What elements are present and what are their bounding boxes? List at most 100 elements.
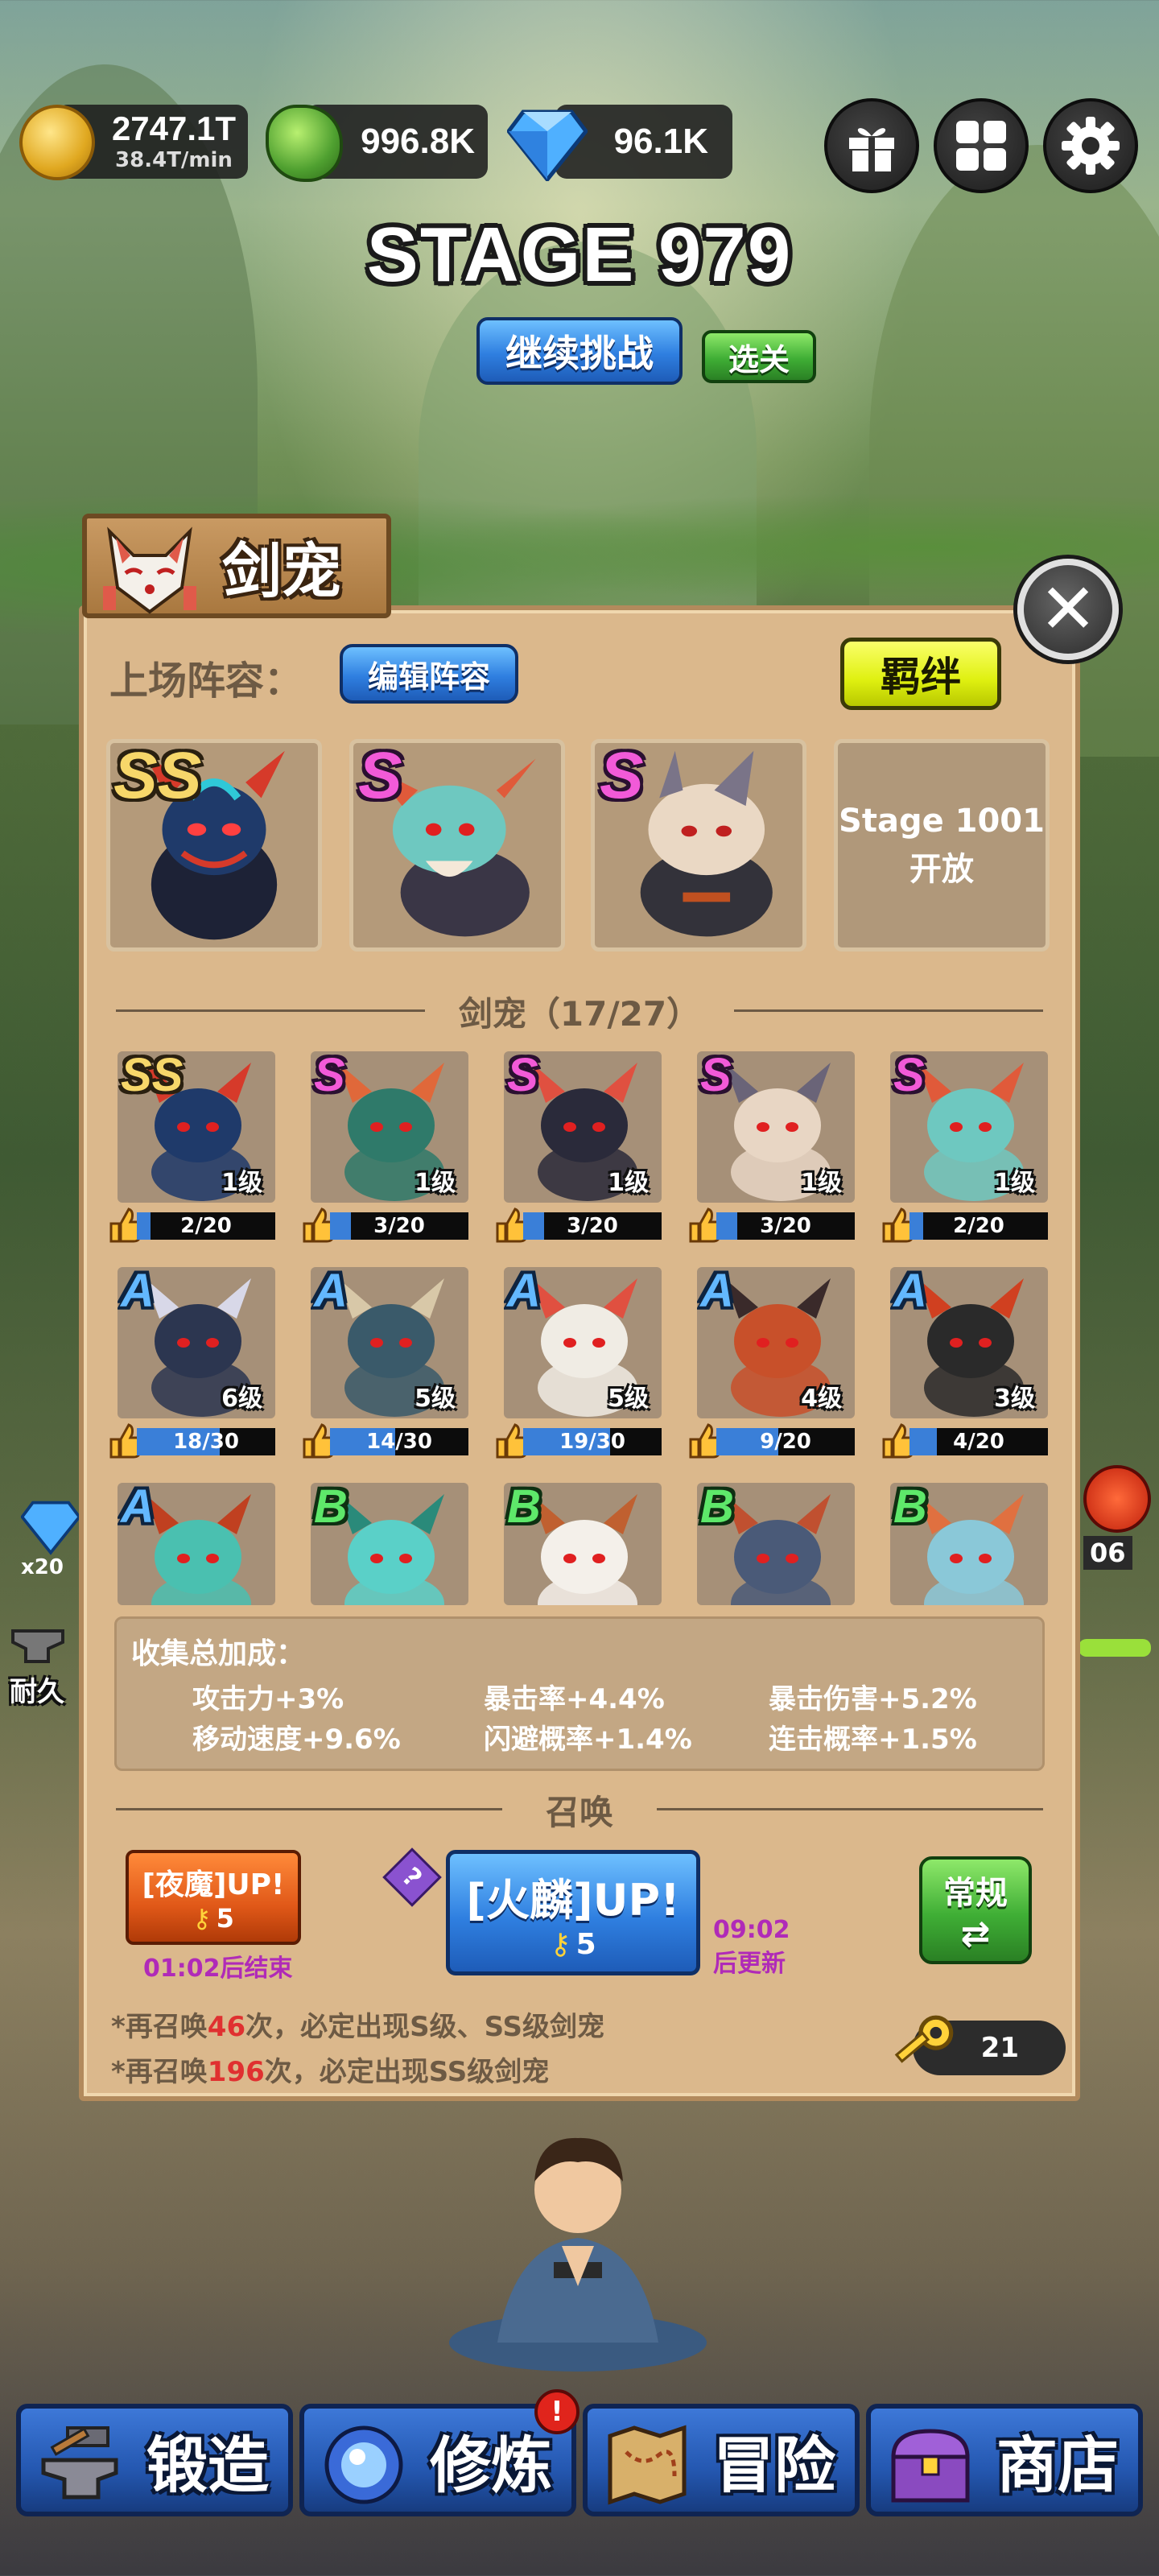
event2-label: [火麟]UP! <box>466 1875 680 1926</box>
summon-title: 召唤 <box>545 1793 613 1832</box>
pet-level: 1级 <box>608 1169 649 1197</box>
note2-count: 196 <box>207 2056 265 2088</box>
gold-coin-icon <box>19 105 95 180</box>
collection-bonus-box: 收集总加成： 攻击力+3% 暴击率+4.4% 暴击伤害+5.2% 移动速度+9.… <box>114 1616 1045 1771</box>
settings-button[interactable] <box>1043 98 1138 193</box>
pet-progress-bar: 9/20 <box>716 1428 855 1455</box>
note1-count: 46 <box>207 2011 246 2043</box>
lineup-slot-2[interactable]: S <box>349 739 565 952</box>
diamond-icon <box>20 1501 81 1555</box>
lineup-slot-1[interactable]: SS <box>106 739 322 952</box>
lineup-slot-3[interactable]: S <box>591 739 806 952</box>
event-summon-1-button[interactable]: [夜魔]UP! ⚷ 5 <box>126 1850 301 1945</box>
event1-cost-value: 5 <box>216 1903 234 1934</box>
close-button[interactable]: ✕ <box>1017 559 1119 660</box>
rank-badge: A <box>121 1483 155 1533</box>
diamond-icon <box>507 109 588 181</box>
pet-card[interactable]: B <box>890 1483 1048 1605</box>
settings-gear-icon <box>1062 117 1120 175</box>
pet-progress-bar: 2/20 <box>909 1212 1048 1240</box>
select-stage-button[interactable]: 选关 <box>702 330 816 383</box>
rank-badge: A <box>314 1267 348 1317</box>
pet-card[interactable]: A <box>118 1483 275 1605</box>
progress-text: 2/20 <box>180 1214 232 1238</box>
pet-card[interactable]: A 3级 <box>890 1267 1048 1418</box>
event2-timer-time: 09:02 <box>713 1916 790 1944</box>
jade-icon <box>266 105 343 182</box>
locked-slot-stage: Stage 1001 <box>839 803 1045 840</box>
pet-card[interactable]: B <box>311 1483 468 1605</box>
pet-progress-bar: 19/30 <box>523 1428 662 1455</box>
bonus-combo: 连击概率+1.5% <box>769 1724 977 1756</box>
fox-mask-icon <box>103 526 196 614</box>
pet-card[interactable]: A 5级 <box>504 1267 662 1418</box>
bonus-crit-damage: 暴击伤害+5.2% <box>769 1683 977 1715</box>
nav-cultivate-button[interactable]: 修炼 <box>299 2404 576 2516</box>
event-summon-2-button[interactable]: [火麟]UP! ⚷ 5 <box>446 1850 700 1975</box>
rank-badge: B <box>507 1483 541 1533</box>
progress-text: 19/30 <box>559 1430 625 1454</box>
progress-text: 3/20 <box>567 1214 618 1238</box>
pet-level: 3级 <box>994 1385 1035 1413</box>
gift-button[interactable] <box>824 98 919 193</box>
treasure-chest-icon <box>891 2429 970 2503</box>
pet-level: 1级 <box>415 1169 456 1197</box>
nav-cultivate-label: 修炼 <box>430 2429 552 2501</box>
collection-title: 剑宠（17/27） <box>458 994 701 1034</box>
map-icon <box>608 2425 687 2505</box>
close-icon: ✕ <box>1038 569 1098 650</box>
pet-card[interactable]: S 1级 <box>697 1051 855 1203</box>
pet-card[interactable]: S 1级 <box>311 1051 468 1203</box>
summon-note-1: *再召唤46次，必定出现S级、SS级剑宠 <box>111 2004 604 2044</box>
section-divider <box>116 1009 425 1012</box>
pet-card[interactable]: A 5级 <box>311 1267 468 1418</box>
rank-badge: S <box>314 1051 345 1101</box>
stage-title: STAGE 979 <box>366 212 793 298</box>
event2-cost: ⚷ 5 <box>550 1928 596 1961</box>
right-badge: 06 <box>1083 1536 1132 1570</box>
bond-button[interactable]: 羁绊 <box>840 638 1001 710</box>
bonus-attack: 攻击力+3% <box>192 1683 344 1715</box>
event2-cost-value: 5 <box>575 1928 596 1961</box>
pet-card[interactable]: SS 1级 <box>118 1051 275 1203</box>
pet-progress-bar: 3/20 <box>330 1212 468 1240</box>
pet-card[interactable]: S 1级 <box>890 1051 1048 1203</box>
pet-progress-bar: 4/20 <box>909 1428 1048 1455</box>
normal-summon-button[interactable]: 常规 ⇄ <box>919 1856 1032 1964</box>
pet-card[interactable]: A 6级 <box>118 1267 275 1418</box>
continue-challenge-button[interactable]: 继续挑战 <box>476 317 683 385</box>
hero-character <box>449 2137 707 2372</box>
pet-card[interactable]: B <box>504 1483 662 1605</box>
progress-text: 3/20 <box>760 1214 811 1238</box>
section-divider <box>734 1009 1043 1012</box>
gold-amount: 2747.1T <box>111 109 237 147</box>
orb-icon <box>324 2425 403 2504</box>
nav-shop-button[interactable]: 商店 <box>866 2404 1143 2516</box>
key-icon: ⚷ <box>550 1928 571 1961</box>
nav-forge-button[interactable]: 锻造 <box>16 2404 293 2516</box>
bonus-move-speed: 移动速度+9.6% <box>192 1724 401 1756</box>
nav-shop-label: 商店 <box>996 2429 1119 2501</box>
green-bar-fragment <box>1079 1639 1151 1657</box>
pet-progress-bar: 2/20 <box>137 1212 275 1240</box>
event1-cost: ⚷ 5 <box>192 1903 234 1934</box>
panel-title-tab: 剑宠 <box>82 514 391 618</box>
progress-text: 18/30 <box>173 1430 239 1454</box>
nav-adventure-button[interactable]: 冒险 <box>583 2404 860 2516</box>
rank-badge: A <box>507 1267 541 1317</box>
bonus-crit-rate: 暴击率+4.4% <box>484 1683 665 1715</box>
pet-card[interactable]: S 1级 <box>504 1051 662 1203</box>
note2-prefix: *再召唤 <box>111 2056 208 2088</box>
menu-grid-button[interactable] <box>934 98 1029 193</box>
pet-card[interactable]: B <box>697 1483 855 1605</box>
grid-menu-icon <box>956 121 1006 171</box>
edit-lineup-button[interactable]: 编辑阵容 <box>340 644 518 704</box>
pet-level: 6级 <box>221 1385 262 1413</box>
right-arrow-icon <box>1083 1465 1151 1533</box>
lineup-slot-locked: Stage 1001 开放 <box>834 739 1050 952</box>
note2-suffix: 次，必定出现SS级剑宠 <box>264 2056 550 2088</box>
left-gem-bonus[interactable]: x20 <box>20 1497 85 1579</box>
right-bonus-fragment[interactable]: 06 <box>1083 1465 1159 1594</box>
pet-card[interactable]: A 4级 <box>697 1267 855 1418</box>
rank-badge: A <box>893 1267 927 1317</box>
